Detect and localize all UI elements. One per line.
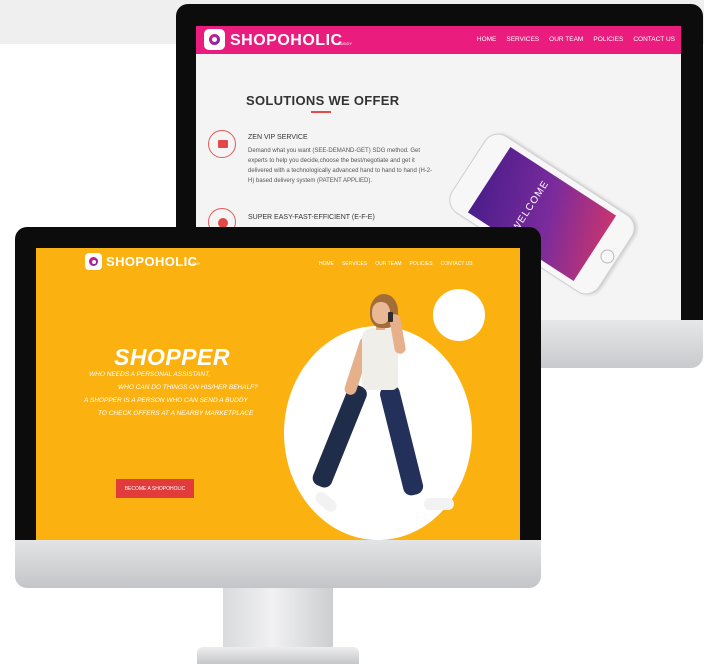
hero-line: TO CHECK OFFERS AT A NEARBY MARKETPLACE: [98, 410, 254, 417]
back-navbar: SHOPOHOLIC BUDDY HOME SERVICES OUR TEAM …: [196, 26, 681, 54]
service-description: Demand what you want (SEE-DEMAND-GET) SD…: [248, 148, 433, 184]
logo-text[interactable]: SHOPOHOLIC: [230, 32, 343, 50]
hero-title: SHOPPER: [114, 344, 230, 370]
back-nav-links: HOME SERVICES OUR TEAM POLICIES CONTACT …: [477, 36, 675, 43]
phone-icon: [388, 312, 393, 322]
hero-line: WHO CAN DO THINGS ON HIS/HER BEHALF?: [118, 384, 258, 391]
nav-policies[interactable]: POLICIES: [593, 36, 623, 43]
front-monitor-chin: [15, 540, 541, 588]
logo-icon[interactable]: [85, 253, 102, 270]
hero-model-image: [310, 292, 464, 540]
nav-our-team[interactable]: OUR TEAM: [549, 36, 583, 43]
nav-services[interactable]: SERVICES: [342, 261, 367, 267]
logo-subtext: BUDDY: [338, 41, 353, 46]
phone-welcome-text: WELCOME: [510, 178, 552, 234]
nav-policies[interactable]: POLICIES: [410, 261, 433, 267]
nav-our-team[interactable]: OUR TEAM: [375, 261, 401, 267]
nav-home[interactable]: HOME: [319, 261, 334, 267]
become-shopoholic-button[interactable]: BECOME A SHOPOHOLIC: [116, 479, 194, 498]
hero-line: A SHOPPER IS A PERSON WHO CAN SEND A BUD…: [84, 397, 248, 404]
monitor-stand-neck: [223, 588, 333, 652]
nav-services[interactable]: SERVICES: [506, 36, 539, 43]
hero-line: WHO NEEDS A PERSONAL ASSISTANT,: [89, 371, 211, 378]
monitor-stand-foot: [197, 647, 359, 664]
phone-home-button-icon: [597, 246, 618, 267]
section-title-underline: [311, 111, 331, 113]
nav-contact-us[interactable]: CONTACT US: [441, 261, 473, 267]
nav-contact-us[interactable]: CONTACT US: [633, 36, 675, 43]
logo-subtext: BUDDY: [188, 262, 201, 266]
mockup-stage: SHOPOHOLIC BUDDY HOME SERVICES OUR TEAM …: [0, 0, 704, 664]
section-title: SOLUTIONS WE OFFER: [246, 93, 400, 108]
front-monitor: SHOPOHOLIC BUDDY HOME SERVICES OUR TEAM …: [15, 227, 541, 664]
front-nav-links: HOME SERVICES OUR TEAM POLICIES CONTACT …: [319, 261, 473, 267]
logo-text[interactable]: SHOPOHOLIC: [106, 254, 197, 269]
monitor-icon: [208, 130, 236, 158]
nav-home[interactable]: HOME: [477, 36, 497, 43]
front-monitor-screen: SHOPOHOLIC BUDDY HOME SERVICES OUR TEAM …: [36, 248, 520, 540]
service-title: ZEN VIP SERVICE: [248, 134, 308, 141]
service-title: SUPER EASY-FAST-EFFICIENT (E-F-E): [248, 214, 375, 221]
logo-icon[interactable]: [204, 29, 225, 50]
